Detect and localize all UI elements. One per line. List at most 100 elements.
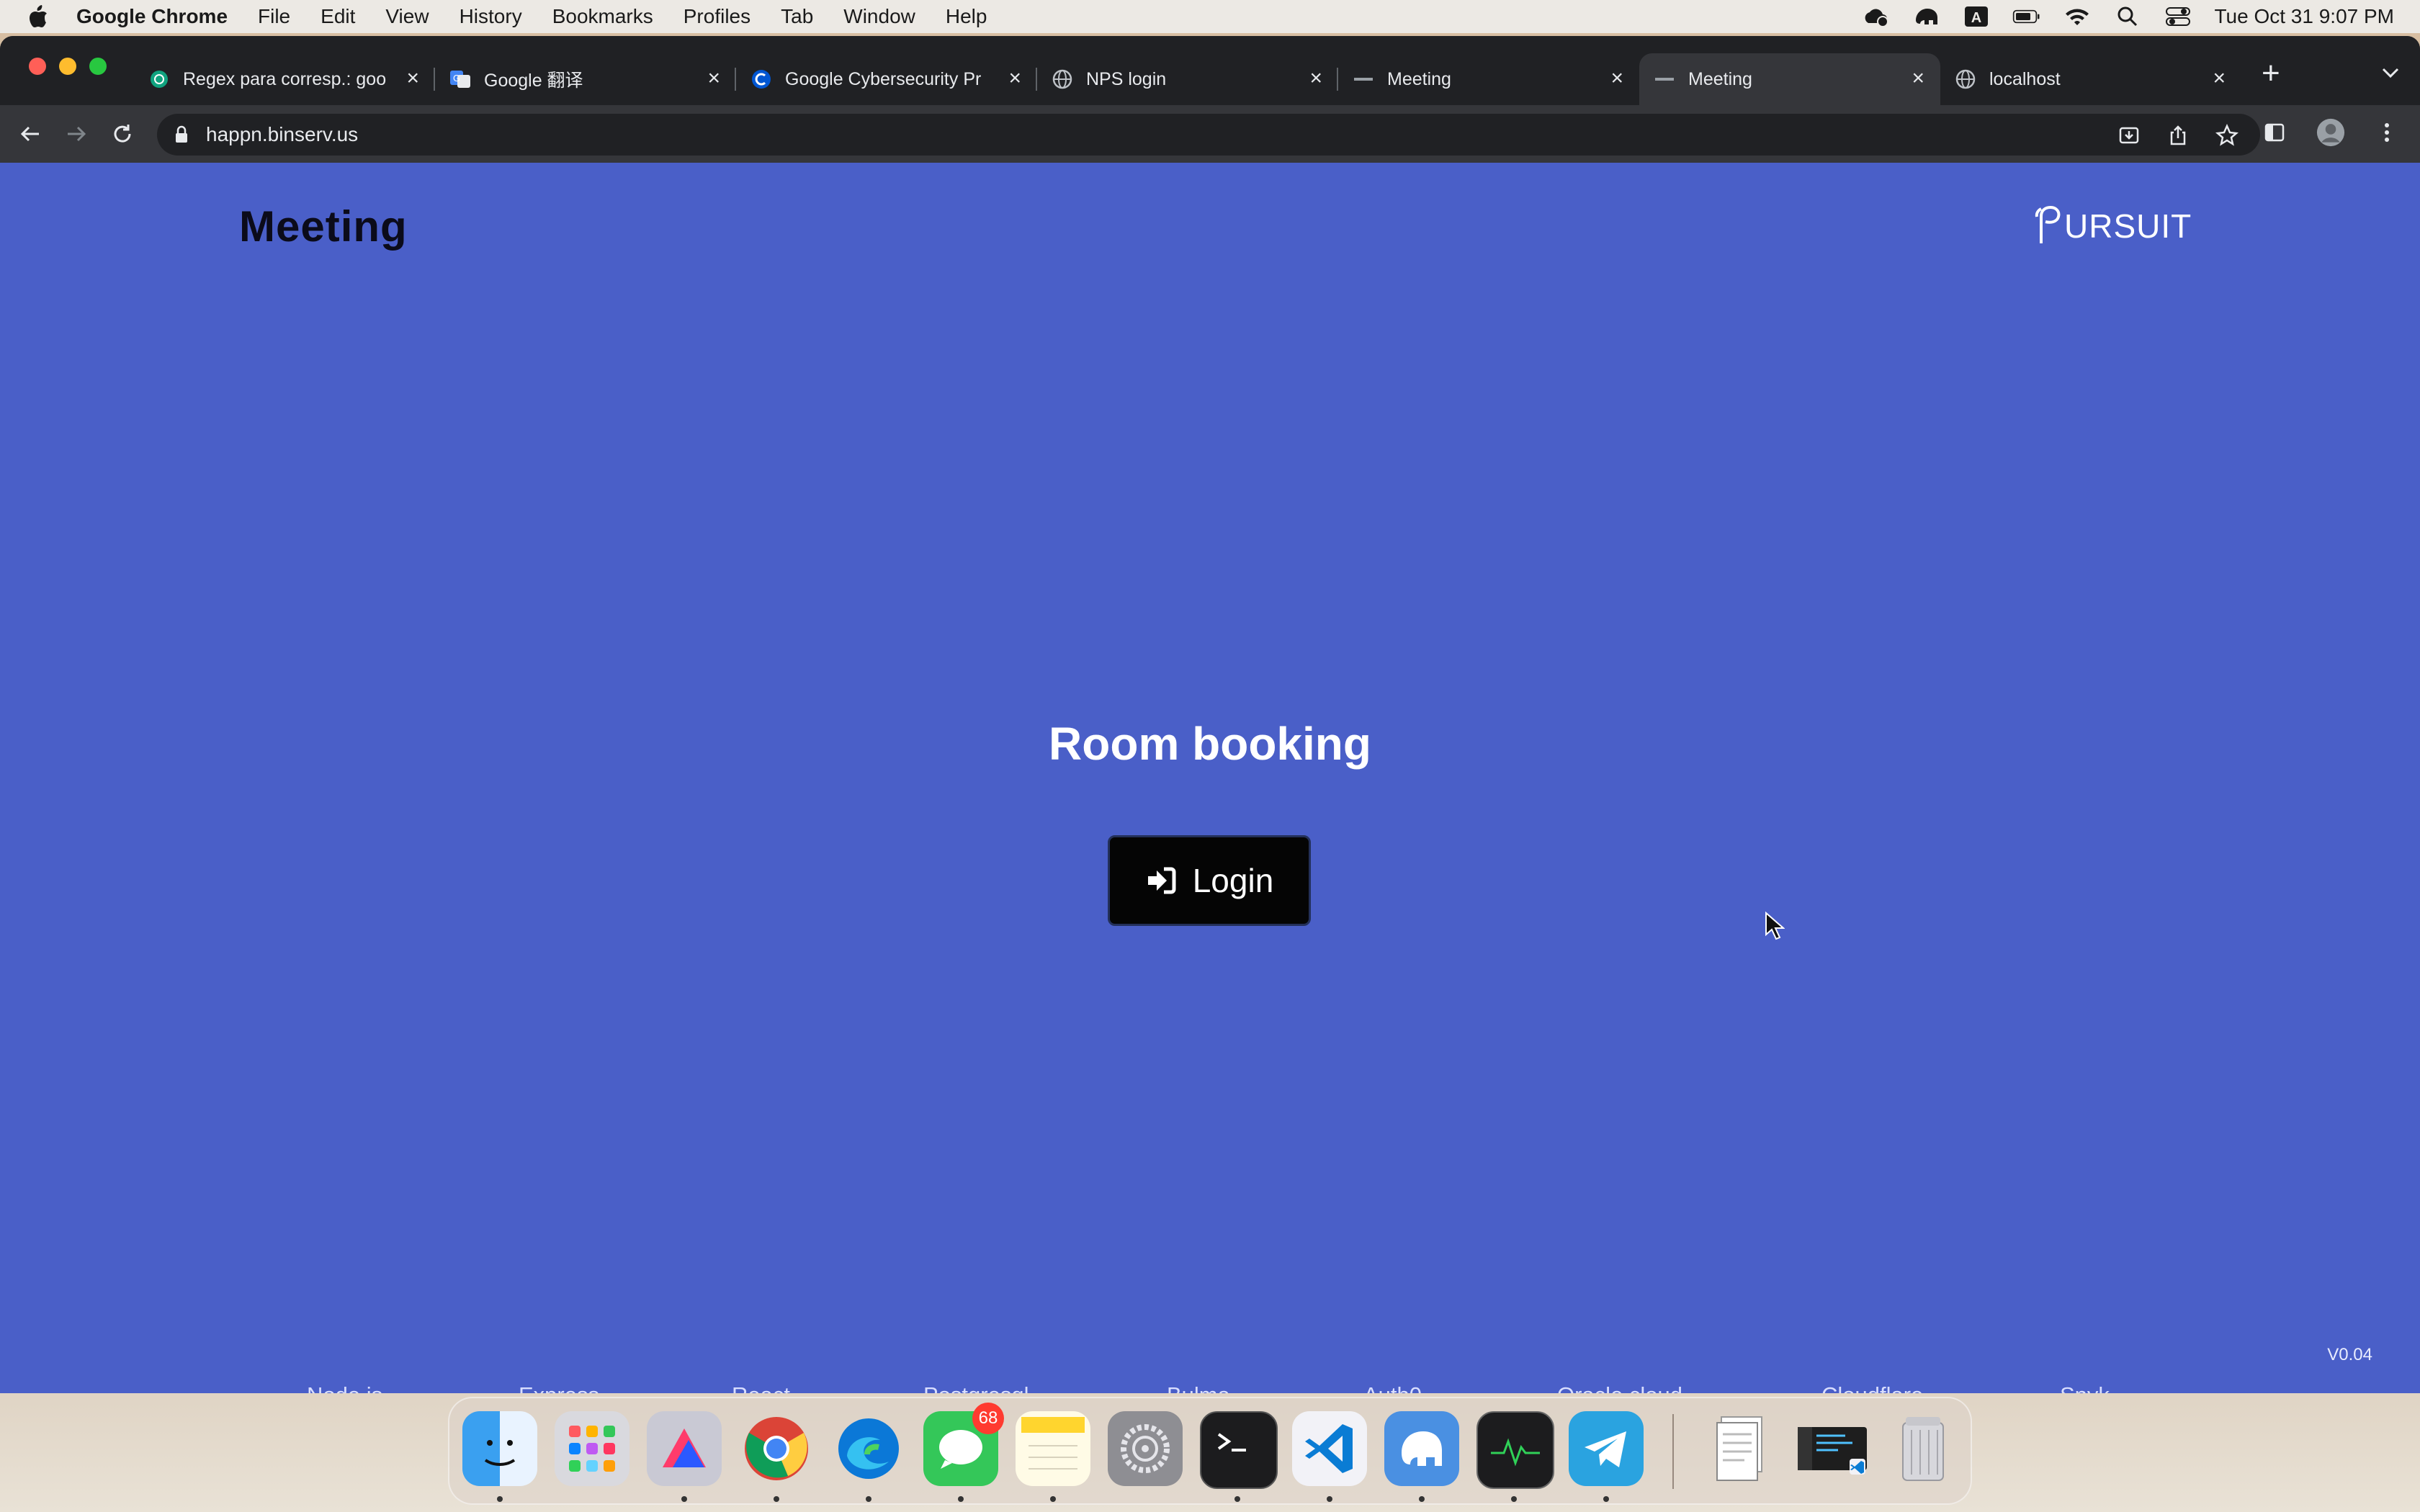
bookmark-star-icon[interactable] [2213, 121, 2241, 150]
telegram-icon[interactable] [1569, 1411, 1644, 1486]
address-bar[interactable]: happn.binserv.us [157, 114, 2260, 156]
terminal-icon[interactable] [1200, 1411, 1278, 1489]
page-title: Room booking [1049, 718, 1371, 770]
tableplus-elephant-icon[interactable] [1384, 1411, 1459, 1486]
running-indicator [1603, 1496, 1609, 1502]
footer-link-snyk[interactable]: Snyk [2060, 1382, 2110, 1393]
notes-icon[interactable] [1016, 1411, 1090, 1486]
footer-link-bulma[interactable]: Bulma [1167, 1382, 1230, 1393]
vscode-window-thumbnail-icon[interactable] [1795, 1411, 1870, 1486]
menu-help[interactable]: Help [946, 5, 987, 28]
trash-icon[interactable] [1886, 1411, 1960, 1486]
install-app-icon[interactable] [2115, 121, 2143, 150]
minimize-window-button[interactable] [59, 58, 76, 75]
menu-window[interactable]: Window [843, 5, 915, 28]
edge-icon[interactable] [831, 1411, 906, 1486]
menu-history[interactable]: History [460, 5, 522, 28]
close-tab-icon[interactable]: × [2213, 68, 2226, 89]
mouse-cursor-icon [1765, 912, 1785, 940]
close-tab-icon[interactable]: × [406, 68, 419, 89]
running-indicator [866, 1496, 871, 1502]
document-stack-icon[interactable] [1703, 1411, 1778, 1486]
footer-link-express[interactable]: Express [519, 1382, 599, 1393]
menu-view[interactable]: View [385, 5, 429, 28]
footer-link-react[interactable]: React [732, 1382, 790, 1393]
tab-localhost[interactable]: localhost × [1940, 53, 2241, 105]
running-indicator [497, 1496, 503, 1502]
vscode-icon[interactable] [1292, 1411, 1367, 1486]
tab-coursera[interactable]: Google Cybersecurity Pr × [736, 53, 1037, 105]
footer-link-auth0[interactable]: Auth0 [1363, 1382, 1422, 1393]
running-indicator [681, 1496, 687, 1502]
login-button[interactable]: Login [1108, 835, 1311, 926]
menu-bookmarks[interactable]: Bookmarks [552, 5, 653, 28]
close-tab-icon[interactable]: × [1309, 68, 1322, 89]
running-indicator [1419, 1496, 1425, 1502]
globe-icon [1955, 68, 1976, 90]
status-area: A Tue Oct 31 9:07 PM [1861, 0, 2394, 33]
close-tab-icon[interactable]: × [707, 68, 720, 89]
globe-icon [1052, 68, 1073, 90]
reload-icon[interactable] [107, 118, 138, 150]
svg-text:G: G [453, 73, 460, 84]
profile-avatar-icon[interactable] [2316, 118, 2345, 147]
menu-app-name[interactable]: Google Chrome [76, 5, 228, 28]
more-menu-icon[interactable] [2372, 118, 2401, 147]
forward-icon[interactable] [60, 118, 92, 150]
footer-link-oracle-cloud[interactable]: Oracle cloud [1557, 1382, 1682, 1393]
close-tab-icon[interactable]: × [1610, 68, 1623, 89]
input-source-icon[interactable]: A [1962, 6, 1991, 27]
wifi-icon[interactable] [2063, 6, 2092, 27]
chrome-icon[interactable] [739, 1411, 814, 1486]
back-icon[interactable] [14, 118, 46, 150]
new-tab-icon[interactable]: + [2262, 58, 2280, 89]
finder-icon[interactable] [462, 1411, 537, 1486]
close-tab-icon[interactable]: × [1912, 68, 1924, 89]
activity-monitor-icon[interactable] [1476, 1411, 1554, 1489]
tab-title: Google 翻译 [484, 71, 583, 91]
url-text[interactable]: happn.binserv.us [206, 123, 358, 146]
apple-menu-icon[interactable] [27, 4, 53, 29]
partner-logo[interactable]: URSUIT [2033, 206, 2192, 246]
menu-profiles[interactable]: Profiles [684, 5, 750, 28]
side-panel-icon[interactable] [2260, 118, 2289, 147]
menu-tab[interactable]: Tab [781, 5, 813, 28]
footer-link-nodejs[interactable]: Node js [307, 1382, 382, 1393]
tab-title: Meeting [1688, 68, 1752, 89]
tab-strip: Regex para corresp.: goo × G Google 翻译 ×… [0, 36, 2420, 105]
footer-link-cloudflare[interactable]: Cloudflare [1821, 1382, 1923, 1393]
affinity-icon[interactable] [647, 1411, 722, 1486]
tab-title: Regex para corresp.: goo [183, 68, 387, 89]
running-indicator [1511, 1496, 1517, 1502]
close-window-button[interactable] [29, 58, 46, 75]
menu-edit[interactable]: Edit [321, 5, 355, 28]
tab-regex[interactable]: Regex para corresp.: goo × [134, 53, 435, 105]
menu-file[interactable]: File [258, 5, 290, 28]
tab-search-chevron-icon[interactable] [2381, 62, 2400, 84]
running-indicator [1050, 1496, 1056, 1502]
footer-link-postgresql[interactable]: Postgresql [923, 1382, 1028, 1393]
running-indicator [1327, 1496, 1332, 1502]
lock-icon[interactable] [174, 125, 190, 144]
creative-cloud-icon[interactable] [1861, 6, 1890, 27]
tab-google-translate[interactable]: G Google 翻译 × [435, 53, 736, 105]
meeting-favicon-icon [1353, 68, 1374, 90]
svg-text:A: A [1971, 10, 1981, 26]
running-indicator [774, 1496, 779, 1502]
menu-clock[interactable]: Tue Oct 31 9:07 PM [2214, 5, 2394, 28]
elephant-icon[interactable] [1912, 6, 1940, 27]
brand-logo[interactable]: Meeting [239, 202, 408, 251]
coursera-icon [750, 68, 772, 90]
launchpad-icon[interactable] [555, 1411, 629, 1486]
zoom-window-button[interactable] [89, 58, 107, 75]
spotlight-search-icon[interactable] [2113, 6, 2142, 27]
battery-icon[interactable] [2012, 6, 2041, 27]
tab-meeting[interactable]: Meeting × [1338, 53, 1639, 105]
system-settings-icon[interactable] [1108, 1411, 1183, 1486]
messages-icon[interactable]: 68 [923, 1403, 1004, 1486]
close-tab-icon[interactable]: × [1008, 68, 1021, 89]
tab-meeting-active[interactable]: Meeting × [1639, 53, 1940, 105]
tab-nps-login[interactable]: NPS login × [1037, 53, 1338, 105]
control-center-icon[interactable] [2164, 6, 2192, 27]
share-icon[interactable] [2164, 121, 2192, 150]
